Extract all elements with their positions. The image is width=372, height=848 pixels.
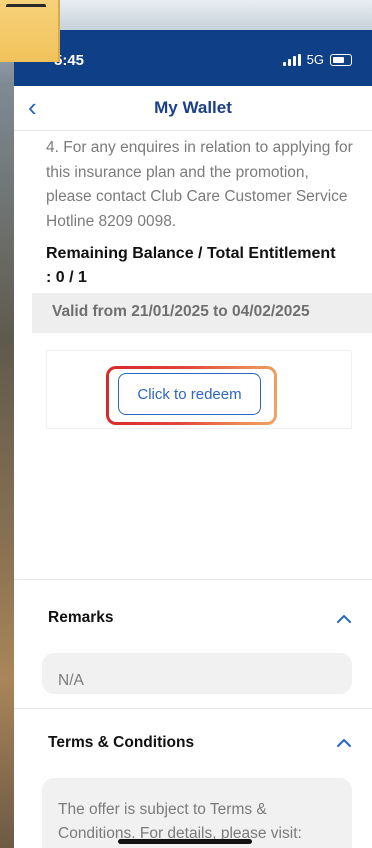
remarks-value: N/A bbox=[58, 672, 84, 689]
sticky-note-mark bbox=[6, 4, 46, 17]
battery-icon bbox=[330, 53, 352, 66]
nav-bar: ‹ My Wallet bbox=[14, 86, 372, 131]
validity-band: Valid from 21/01/2025 to 04/02/2025 bbox=[32, 293, 372, 333]
balance-info: Remaining Balance / Total Entitlement : … bbox=[46, 242, 364, 290]
redeem-highlight: Click to redeem bbox=[106, 366, 277, 425]
phone-screen: 5:45 5G ‹ My Wallet 4. For any enquires … bbox=[14, 0, 372, 848]
network-label: 5G bbox=[306, 52, 324, 67]
wallet-content[interactable]: 4. For any enquires in relation to apply… bbox=[14, 131, 372, 848]
remarks-field: N/A bbox=[42, 653, 352, 694]
signal-icon bbox=[282, 53, 301, 66]
terms-field: The offer is subject to Terms & Conditio… bbox=[42, 778, 352, 848]
validity-text: Valid from 21/01/2025 to 04/02/2025 bbox=[52, 303, 310, 320]
home-indicator[interactable] bbox=[118, 839, 252, 844]
terms-title: Terms & Conditions bbox=[48, 734, 195, 751]
enquiry-paragraph: 4. For any enquires in relation to apply… bbox=[46, 139, 353, 230]
section-divider bbox=[14, 708, 372, 709]
remarks-title: Remarks bbox=[48, 609, 114, 626]
section-divider bbox=[14, 579, 372, 580]
balance-label: Remaining Balance / Total Entitlement bbox=[46, 245, 336, 262]
sticky-note bbox=[0, 0, 60, 62]
chevron-up-icon[interactable] bbox=[336, 736, 352, 748]
chevron-up-icon[interactable] bbox=[336, 612, 352, 624]
status-indicators: 5G bbox=[282, 52, 352, 67]
redeem-button[interactable]: Click to redeem bbox=[118, 373, 261, 415]
balance-value: : 0 / 1 bbox=[46, 269, 87, 286]
redeem-card: Click to redeem bbox=[46, 350, 352, 429]
status-bar: 5:45 5G bbox=[14, 0, 372, 86]
page-title: My Wallet bbox=[154, 98, 232, 117]
